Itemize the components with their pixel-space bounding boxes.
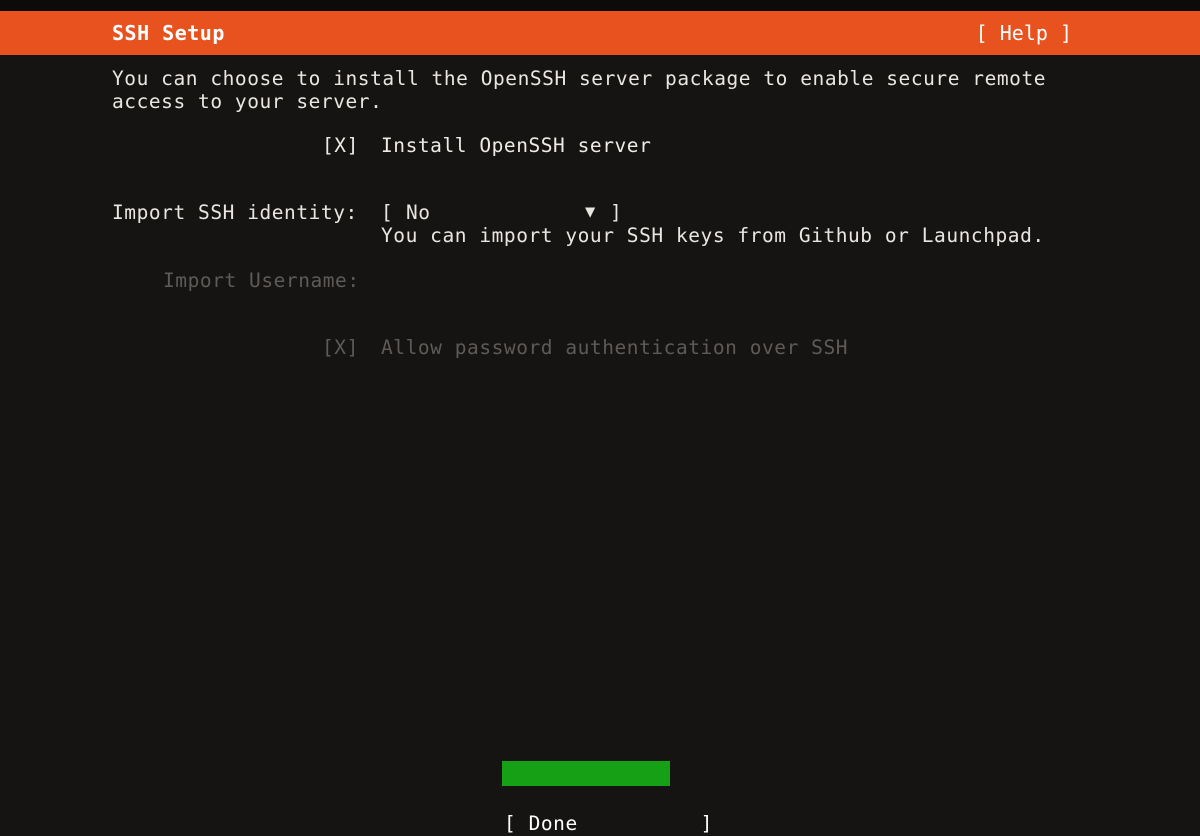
import-identity-open-bracket: [ xyxy=(381,201,394,224)
done-button[interactable]: [ Done ] xyxy=(502,761,712,835)
top-black-strip xyxy=(0,0,1200,11)
help-button[interactable]: [ Help ] xyxy=(976,11,1072,55)
import-identity-help-text: You can import your SSH keys from Github… xyxy=(381,224,1045,247)
allow-password-auth-checkbox: [X] xyxy=(322,336,359,359)
chevron-down-icon[interactable]: ▼ xyxy=(585,201,596,224)
allow-password-auth-label: Allow password authentication over SSH xyxy=(381,336,849,359)
description-line-2: access to your server. xyxy=(112,90,383,113)
import-identity-select[interactable]: No xyxy=(406,201,431,224)
install-openssh-label[interactable]: Install OpenSSH server xyxy=(381,134,651,157)
back-button[interactable]: [ Back ] xyxy=(502,786,670,811)
description-line-1: You can choose to install the OpenSSH se… xyxy=(112,67,1047,90)
install-openssh-checkbox[interactable]: [X] xyxy=(322,134,359,157)
installer-screen: SSH Setup [ Help ] You can choose to ins… xyxy=(0,0,1200,836)
import-username-label: Import Username: xyxy=(163,269,360,292)
page-title: SSH Setup xyxy=(112,21,225,45)
main-content: You can choose to install the OpenSSH se… xyxy=(0,55,1200,836)
import-identity-label: Import SSH identity: xyxy=(112,201,358,224)
import-identity-close-bracket: ] xyxy=(610,201,623,224)
